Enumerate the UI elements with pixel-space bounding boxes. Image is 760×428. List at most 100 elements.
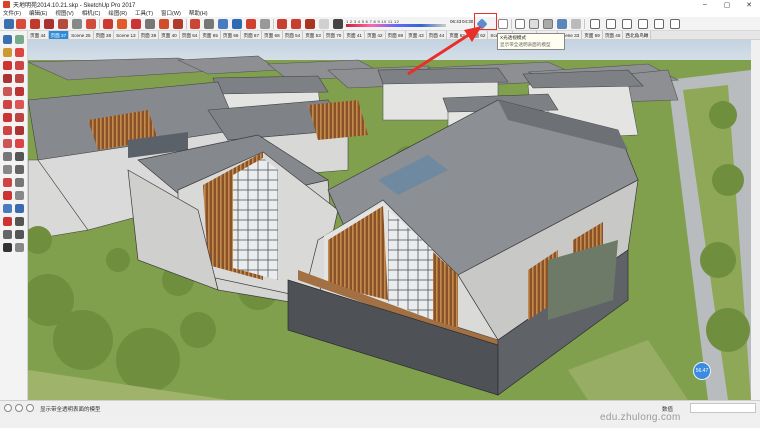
followme-tool-icon[interactable] [15,126,24,135]
scene-tab[interactable]: 页面 40 [159,31,180,39]
section-tool-icon[interactable] [3,243,12,252]
scene-tab[interactable]: 页面 54 [282,31,304,39]
back-edges-icon[interactable] [498,19,508,29]
zoom-extents-tool-icon[interactable] [3,217,12,226]
rectangle-tool-icon[interactable] [3,74,12,83]
scene-tab[interactable]: 页面 67 [241,31,263,39]
scene-tab[interactable]: 页面 68 [262,31,283,39]
scale-tool-icon[interactable] [3,139,12,148]
shadow-toggle-icon[interactable] [333,19,343,29]
component-tool-icon[interactable] [15,35,24,44]
timer-badge[interactable]: 56.47 [693,362,711,380]
scene-tab[interactable]: 页面 65 [200,31,221,39]
top-view-icon[interactable] [606,19,616,29]
pushpull-tool-icon[interactable] [15,113,24,122]
shape-tool-icon[interactable] [58,19,68,29]
orbit-tool-icon[interactable] [3,191,12,200]
shaded-textures-icon[interactable] [557,19,567,29]
menu-camera[interactable]: 相机(C) [82,9,101,17]
scene-tab[interactable]: 页面 70 [323,31,345,39]
pie-tool-icon[interactable] [15,100,24,109]
tape-tool-icon[interactable] [145,19,155,29]
previous-view-icon[interactable] [260,19,270,29]
scene-tab[interactable]: 页面 39 [138,31,160,39]
scene-tab[interactable]: 页面 59 [582,31,603,39]
warehouse-icon[interactable] [277,19,287,29]
pan-tool-icon[interactable] [204,19,214,29]
scene-tab[interactable]: 页面 45 [602,31,624,39]
rotate-tool-icon[interactable] [3,126,12,135]
scene-tab[interactable]: 页面 42 [364,31,386,39]
eraser-tool-icon[interactable] [16,19,26,29]
text-tool-icon[interactable] [173,19,183,29]
menu-edit[interactable]: 编辑(E) [29,9,47,17]
select-tool-icon[interactable] [4,19,14,29]
previous-tool-icon[interactable] [15,243,24,252]
eraser-tool-icon[interactable] [15,48,24,57]
pencil-tool-icon[interactable] [30,19,40,29]
freehand-tool-icon[interactable] [15,61,24,70]
dimension-tool-icon[interactable] [15,152,24,161]
wireframe-icon[interactable] [515,19,525,29]
move-tool-icon[interactable] [86,19,96,29]
offset-tool-icon[interactable] [15,139,24,148]
shaded-icon[interactable] [543,19,553,29]
axes-tool-icon[interactable] [3,178,12,187]
scene-tab[interactable]: 西北角鸟瞰 [623,31,652,39]
zoom-window-icon[interactable] [232,19,242,29]
credits-icon[interactable] [15,404,23,412]
pan-tool-icon[interactable] [15,191,24,200]
left-view-icon[interactable] [670,19,680,29]
scene-tab[interactable]: Scene 25 [69,31,94,39]
right-view-icon[interactable] [638,19,648,29]
zoom-tool-icon[interactable] [3,204,12,213]
arc-tool-icon[interactable] [44,19,54,29]
zoom-tool-icon[interactable] [218,19,228,29]
protractor-tool-icon[interactable] [3,165,12,174]
back-view-icon[interactable] [654,19,664,29]
extension-icon[interactable] [305,19,315,29]
measurements-input[interactable] [690,403,756,413]
scene-tab[interactable]: 页面 38 [93,31,115,39]
look-tool-icon[interactable] [3,230,12,239]
menu-window[interactable]: 窗口(W) [161,9,181,17]
orbit-tool-icon[interactable] [190,19,200,29]
line-tool-icon[interactable] [3,61,12,70]
hidden-line-icon[interactable] [529,19,539,29]
zoom-window-tool-icon[interactable] [15,204,24,213]
menu-draw[interactable]: 绘图(R) [108,9,127,17]
front-view-icon[interactable] [622,19,632,29]
viewport-scrollbar[interactable] [751,40,760,400]
3dtext-tool-icon[interactable] [15,178,24,187]
move-tool-icon[interactable] [3,113,12,122]
scene-tab[interactable]: 页面 41 [344,31,365,39]
rotated-rect-tool-icon[interactable] [15,74,24,83]
circle-tool-icon[interactable] [3,87,12,96]
maximize-button[interactable]: ▢ [716,0,738,9]
offset-tool-icon[interactable] [131,19,141,29]
polygon-tool-icon[interactable] [15,87,24,96]
geo-location-icon[interactable] [4,404,12,412]
monochrome-icon[interactable] [571,19,581,29]
scale-tool-icon[interactable] [117,19,127,29]
tape-tool-icon[interactable] [3,152,12,161]
rotate-tool-icon[interactable] [103,19,113,29]
menu-file[interactable]: 文件(F) [3,9,21,17]
components-icon[interactable] [291,19,301,29]
text-tool-icon[interactable] [15,165,24,174]
paint-tool-icon[interactable] [3,48,12,57]
walk-tool-icon[interactable] [15,217,24,226]
paint-tool-icon[interactable] [159,19,169,29]
scene-tab[interactable]: 页面 44 [28,31,49,39]
menu-tools[interactable]: 工具(T) [135,9,153,17]
menu-help[interactable]: 帮助(H) [189,9,208,17]
iso-view-icon[interactable] [590,19,600,29]
layer-icon[interactable] [319,19,329,29]
arc-tool-icon[interactable] [3,100,12,109]
zoom-extents-icon[interactable] [246,19,256,29]
model-viewport[interactable] [28,40,751,400]
close-button[interactable]: ✕ [738,0,760,9]
menu-view[interactable]: 视图(V) [55,9,73,17]
scene-tab[interactable]: 页面 53 [303,31,324,39]
pushpull-tool-icon[interactable] [72,19,82,29]
